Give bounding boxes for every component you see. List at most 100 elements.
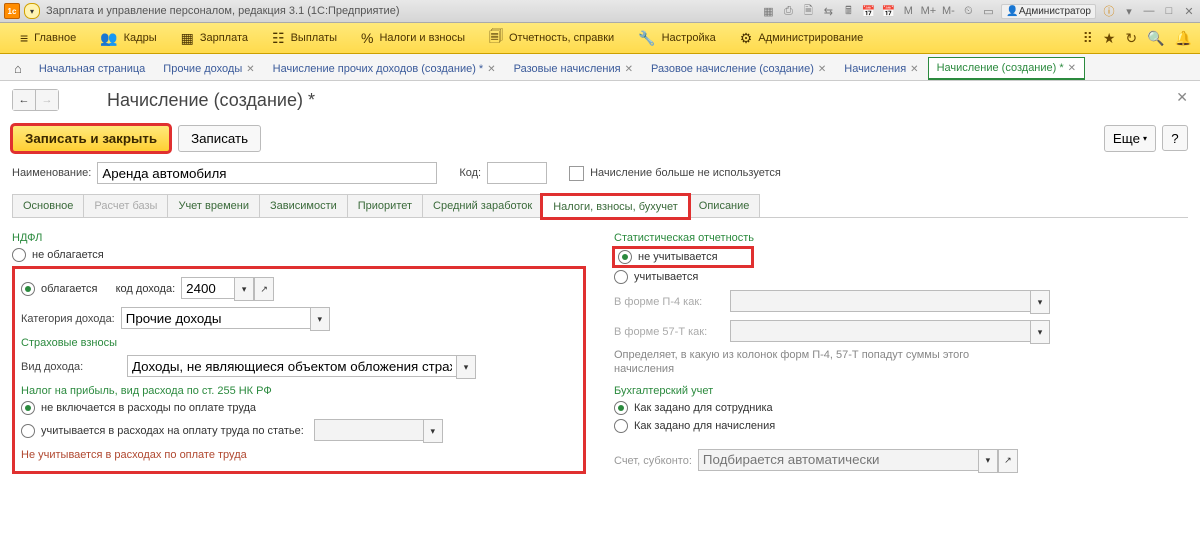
open-ref-button[interactable]: ↗ xyxy=(254,277,274,301)
grid-icon[interactable]: ▦ xyxy=(761,4,775,18)
tab-item[interactable]: Разовые начисления✕ xyxy=(505,58,642,80)
ndfl-opt-none[interactable]: не облагается xyxy=(12,248,586,262)
star-icon[interactable]: ★ xyxy=(1103,30,1116,47)
m-slot[interactable]: M xyxy=(901,4,915,18)
compare-icon[interactable]: ⇆ xyxy=(821,4,835,18)
tab-item[interactable]: Прочие доходы ✕ xyxy=(154,58,263,80)
menu-label: Выплаты xyxy=(291,32,337,44)
tab-close-icon[interactable]: ✕ xyxy=(1068,63,1076,74)
radio-icon xyxy=(618,250,632,264)
radio-icon xyxy=(12,248,26,262)
tab-label: Прочие доходы xyxy=(163,63,242,75)
tab-close-icon[interactable]: ✕ xyxy=(487,64,495,75)
doc-icon[interactable]: 🗎 xyxy=(801,4,815,18)
close-icon[interactable]: ✕ xyxy=(1182,4,1196,18)
info-icon[interactable]: ⓘ xyxy=(1102,4,1116,18)
dropdown-button[interactable]: ▾ xyxy=(310,307,330,331)
subtab-deps[interactable]: Зависимости xyxy=(259,194,348,217)
category-input[interactable] xyxy=(121,307,310,329)
date-icon[interactable]: 📅 xyxy=(881,4,895,18)
code-label: Код: xyxy=(459,167,481,179)
subtab-time[interactable]: Учет времени xyxy=(167,194,260,217)
p4-input xyxy=(730,290,1030,312)
clock-icon[interactable]: ⏲ xyxy=(961,4,975,18)
left-highlight-box: облагается код дохода: ▾ ↗ Категория дох… xyxy=(12,266,586,474)
nav-forward-button[interactable]: → xyxy=(35,90,58,110)
name-input[interactable] xyxy=(97,162,437,184)
menu-nalogi[interactable]: %Налоги и взносы xyxy=(349,23,477,53)
income-code-select: ▾ ↗ xyxy=(181,277,274,301)
menu-kadry[interactable]: 👥Кадры xyxy=(88,23,168,53)
panel-icon[interactable]: ▭ xyxy=(981,4,995,18)
dropdown-button[interactable]: ▾ xyxy=(234,277,254,301)
app-dropdown-icon[interactable]: ▾ xyxy=(24,3,40,19)
tab-item[interactable]: Начисления ✕ xyxy=(835,58,927,80)
code-input[interactable] xyxy=(487,162,547,184)
tab-item[interactable]: Начисление прочих доходов (создание) *✕ xyxy=(264,58,505,80)
p4-label: В форме П-4 как: xyxy=(614,296,724,308)
tab-close-icon[interactable]: ✕ xyxy=(625,64,633,75)
bell-icon[interactable]: 🔔 xyxy=(1175,30,1192,47)
maximize-icon[interactable]: □ xyxy=(1162,4,1176,18)
help-button[interactable]: ? xyxy=(1162,125,1188,151)
tab-item-active[interactable]: Начисление (создание) *✕ xyxy=(928,57,1085,80)
user-badge[interactable]: 👤 Администратор xyxy=(1001,4,1096,19)
tab-home[interactable]: Начальная страница xyxy=(30,58,154,80)
tab-label: Начисления xyxy=(844,63,906,75)
tab-item[interactable]: Разовое начисление (создание)✕ xyxy=(642,58,835,80)
tab-close-icon[interactable]: ✕ xyxy=(818,64,826,75)
calendar-icon[interactable]: 📅 xyxy=(861,4,875,18)
tab-close-icon[interactable]: ✕ xyxy=(910,64,918,75)
dropdown-button[interactable]: ▾ xyxy=(456,355,476,379)
minimize-icon[interactable]: — xyxy=(1142,4,1156,18)
open-ref-button[interactable]: ↗ xyxy=(998,449,1018,473)
dash-icon[interactable]: ▾ xyxy=(1122,4,1136,18)
subtab-basic[interactable]: Основное xyxy=(12,194,84,217)
apps-icon[interactable]: ⠿ xyxy=(1083,30,1093,47)
subtab-priority[interactable]: Приоритет xyxy=(347,194,423,217)
menu-vyplaty[interactable]: ☷Выплаты xyxy=(260,23,349,53)
menu-zarplata[interactable]: ▦Зарплата xyxy=(169,23,260,53)
print-icon[interactable]: ⎙ xyxy=(781,4,795,18)
radio-icon xyxy=(614,270,628,284)
radio-icon xyxy=(21,282,35,296)
stat-opt2[interactable]: учитывается xyxy=(614,270,1188,284)
menu-admin[interactable]: ⚙Администрирование xyxy=(728,23,875,53)
disabled-checkbox[interactable] xyxy=(569,166,584,181)
home-icon[interactable]: ⌂ xyxy=(6,57,30,80)
dropdown-button[interactable]: ▾ xyxy=(978,449,998,473)
income-code-input[interactable] xyxy=(181,277,234,299)
subtab-calc[interactable]: Расчет базы xyxy=(83,194,168,217)
dropdown-button[interactable]: ▾ xyxy=(1030,320,1050,344)
nav-back-button[interactable]: ← xyxy=(13,90,35,110)
search-icon[interactable]: 🔍 xyxy=(1147,30,1164,47)
page-close-icon[interactable]: ✕ xyxy=(1176,89,1188,106)
history-icon[interactable]: ↻ xyxy=(1125,30,1137,47)
m-plus[interactable]: M+ xyxy=(921,4,935,18)
ndfl-opt-taxed[interactable]: облагается код дохода: ▾ ↗ xyxy=(21,277,577,301)
save-close-button[interactable]: Записать и закрыть xyxy=(12,125,170,152)
menu-main[interactable]: ≡Главное xyxy=(8,23,88,53)
tab-close-icon[interactable]: ✕ xyxy=(246,64,254,75)
acct-opt2[interactable]: Как задано для начисления xyxy=(614,419,1188,433)
save-button[interactable]: Записать xyxy=(178,125,261,152)
acct-opt1[interactable]: Как задано для сотрудника xyxy=(614,401,1188,415)
dropdown-button[interactable]: ▾ xyxy=(423,419,443,443)
menu-label: Отчетность, справки xyxy=(509,32,614,44)
stat-opt1[interactable]: не учитывается xyxy=(614,248,752,266)
radio-icon xyxy=(21,424,35,438)
subtab-desc[interactable]: Описание xyxy=(688,194,761,217)
dropdown-button[interactable]: ▾ xyxy=(1030,290,1050,314)
subtab-avg[interactable]: Средний заработок xyxy=(422,194,543,217)
menu-otchet[interactable]: 🗐Отчетность, справки xyxy=(477,23,626,53)
calc-icon[interactable]: 🖩 xyxy=(841,4,855,18)
ins-kind-input[interactable] xyxy=(127,355,456,377)
profit-opt2[interactable]: учитывается в расходах на оплату труда п… xyxy=(21,419,577,443)
app-logo-icon: 1c xyxy=(4,3,20,19)
more-button[interactable]: Еще▾ xyxy=(1104,125,1156,152)
profit-opt1[interactable]: не включается в расходы по оплате труда xyxy=(21,401,577,415)
subtab-taxes[interactable]: Налоги, взносы, бухучет xyxy=(542,195,689,218)
m-minus[interactable]: M- xyxy=(941,4,955,18)
menu-nastroika[interactable]: 🔧Настройка xyxy=(626,23,728,53)
category-row: Категория дохода: ▾ xyxy=(21,307,577,331)
